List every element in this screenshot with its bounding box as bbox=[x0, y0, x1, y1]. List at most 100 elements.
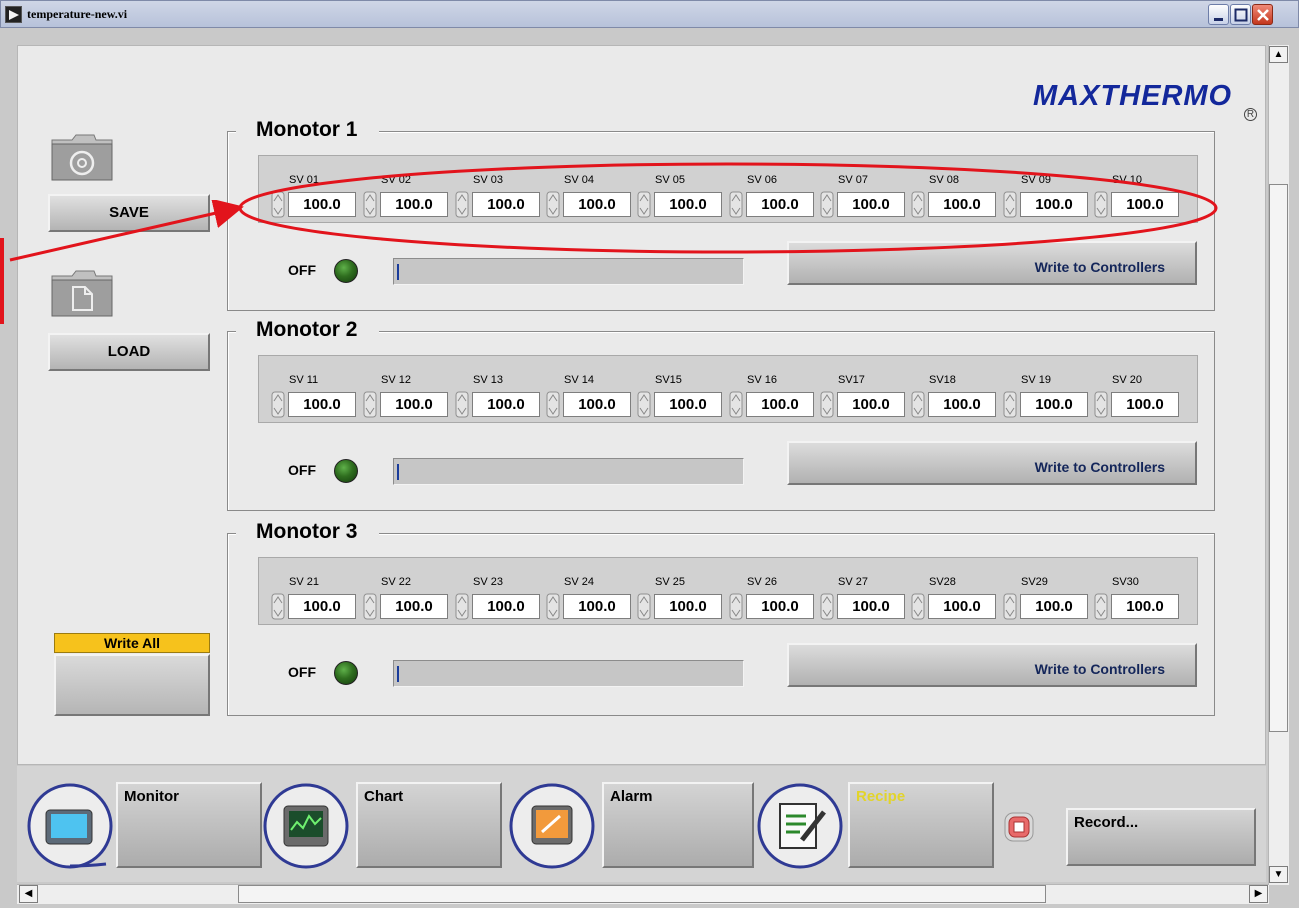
registered-mark: R bbox=[1244, 108, 1257, 121]
monitor-title: Monotor 1 bbox=[236, 117, 380, 143]
spinner-arrows-icon[interactable] bbox=[546, 391, 560, 418]
setpoint-label: SV 23 bbox=[473, 576, 503, 588]
setpoint-label: SV30 bbox=[1112, 576, 1139, 588]
record-icon[interactable] bbox=[1002, 810, 1036, 844]
spinner-arrows-icon[interactable] bbox=[363, 391, 377, 418]
setpoint-value-field[interactable]: 100.0 bbox=[288, 392, 356, 417]
setpoint-value-field[interactable]: 100.0 bbox=[837, 594, 905, 619]
spinner-arrows-icon[interactable] bbox=[1094, 593, 1108, 620]
scroll-up-arrow-icon[interactable]: ▲ bbox=[1269, 46, 1288, 63]
spinner-arrows-icon[interactable] bbox=[455, 391, 469, 418]
window-title: temperature-new.vi bbox=[27, 7, 128, 21]
setpoint-label: SV 25 bbox=[655, 576, 685, 588]
annotation-arrow bbox=[9, 200, 244, 262]
title-bar: temperature-new.vi bbox=[0, 0, 1299, 28]
setpoint-label: SV 16 bbox=[747, 374, 777, 386]
setpoint-value-field[interactable]: 100.0 bbox=[380, 392, 448, 417]
progress-bar bbox=[393, 258, 744, 285]
setpoint-value-field[interactable]: 100.0 bbox=[1111, 594, 1179, 619]
record-button[interactable]: Record... bbox=[1066, 808, 1256, 866]
setpoint-value-field[interactable]: 100.0 bbox=[1020, 392, 1088, 417]
spinner-arrows-icon[interactable] bbox=[729, 391, 743, 418]
spinner-arrows-icon[interactable] bbox=[820, 391, 834, 418]
setpoint-value-field[interactable]: 100.0 bbox=[928, 594, 996, 619]
write-to-controllers-button[interactable]: Write to Controllers bbox=[787, 643, 1197, 687]
status-led-indicator bbox=[334, 459, 358, 483]
setpoint-value-field[interactable]: 100.0 bbox=[1020, 594, 1088, 619]
horizontal-scroll-thumb[interactable] bbox=[238, 885, 1046, 903]
status-label: OFF bbox=[288, 664, 316, 680]
load-button[interactable]: LOAD bbox=[48, 333, 210, 371]
annotation-ellipse bbox=[238, 162, 1218, 254]
vertical-scroll-thumb[interactable] bbox=[1269, 184, 1288, 732]
close-button[interactable] bbox=[1252, 4, 1273, 25]
spinner-arrows-icon[interactable] bbox=[1003, 593, 1017, 620]
setpoint-label: SV 22 bbox=[381, 576, 411, 588]
annotation-bar bbox=[0, 238, 4, 324]
scroll-down-arrow-icon[interactable]: ▼ bbox=[1269, 866, 1288, 883]
setpoint-value-field[interactable]: 100.0 bbox=[380, 594, 448, 619]
setpoint-value-field[interactable]: 100.0 bbox=[746, 392, 814, 417]
spinner-arrows-icon[interactable] bbox=[820, 593, 834, 620]
setpoint-label: SV 19 bbox=[1021, 374, 1051, 386]
chart-icon[interactable] bbox=[262, 782, 352, 872]
spinner-arrows-icon[interactable] bbox=[1094, 391, 1108, 418]
spinner-arrows-icon[interactable] bbox=[1003, 391, 1017, 418]
scroll-left-arrow-icon[interactable]: ◀ bbox=[19, 885, 38, 903]
setpoint-value-field[interactable]: 100.0 bbox=[654, 594, 722, 619]
setpoint-label: SV 12 bbox=[381, 374, 411, 386]
spinner-arrows-icon[interactable] bbox=[271, 593, 285, 620]
setpoint-label: SV 21 bbox=[289, 576, 319, 588]
alarm-nav-button[interactable]: Alarm bbox=[602, 782, 754, 868]
setpoint-value-field[interactable]: 100.0 bbox=[928, 392, 996, 417]
setpoint-value-field[interactable]: 100.0 bbox=[472, 594, 540, 619]
progress-bar bbox=[393, 660, 744, 687]
write-all-label: Write All bbox=[54, 633, 210, 653]
monitor-title: Monotor 3 bbox=[236, 519, 380, 545]
setpoint-value-field[interactable]: 100.0 bbox=[746, 594, 814, 619]
spinner-arrows-icon[interactable] bbox=[637, 391, 651, 418]
setpoint-value-field[interactable]: 100.0 bbox=[288, 594, 356, 619]
setpoint-value-field[interactable]: 100.0 bbox=[563, 392, 631, 417]
alarm-icon[interactable] bbox=[508, 782, 598, 872]
setpoint-value-field[interactable]: 100.0 bbox=[1111, 392, 1179, 417]
setpoint-label: SV 13 bbox=[473, 374, 503, 386]
setpoint-label: SV 27 bbox=[838, 576, 868, 588]
status-label: OFF bbox=[288, 262, 316, 278]
minimize-button[interactable] bbox=[1208, 4, 1229, 25]
setpoint-value-field[interactable]: 100.0 bbox=[654, 392, 722, 417]
progress-fill bbox=[397, 464, 399, 480]
maximize-button[interactable] bbox=[1230, 4, 1251, 25]
monitor-nav-button[interactable]: Monitor bbox=[116, 782, 262, 868]
spinner-arrows-icon[interactable] bbox=[546, 593, 560, 620]
spinner-arrows-icon[interactable] bbox=[911, 391, 925, 418]
write-all-button[interactable] bbox=[54, 654, 210, 716]
load-folder-icon bbox=[50, 268, 114, 318]
setpoint-value-field[interactable]: 100.0 bbox=[563, 594, 631, 619]
spinner-arrows-icon[interactable] bbox=[363, 593, 377, 620]
setpoint-label: SV18 bbox=[929, 374, 956, 386]
setpoint-value-field[interactable]: 100.0 bbox=[472, 392, 540, 417]
recipe-nav-button[interactable]: Recipe bbox=[848, 782, 994, 868]
spinner-arrows-icon[interactable] bbox=[911, 593, 925, 620]
setpoint-label: SV29 bbox=[1021, 576, 1048, 588]
spinner-arrows-icon[interactable] bbox=[271, 391, 285, 418]
spinner-arrows-icon[interactable] bbox=[637, 593, 651, 620]
status-led-indicator bbox=[334, 661, 358, 685]
setpoint-label: SV 14 bbox=[564, 374, 594, 386]
setpoint-label: SV28 bbox=[929, 576, 956, 588]
status-led-indicator bbox=[334, 259, 358, 283]
write-to-controllers-button[interactable]: Write to Controllers bbox=[787, 441, 1197, 485]
setpoint-label: SV15 bbox=[655, 374, 682, 386]
setpoint-label: SV 20 bbox=[1112, 374, 1142, 386]
save-folder-icon bbox=[50, 132, 114, 182]
setpoint-value-field[interactable]: 100.0 bbox=[837, 392, 905, 417]
scroll-right-arrow-icon[interactable]: ▶ bbox=[1249, 885, 1268, 903]
recipe-icon[interactable] bbox=[756, 782, 846, 872]
spinner-arrows-icon[interactable] bbox=[455, 593, 469, 620]
progress-fill bbox=[397, 264, 399, 280]
setpoint-label: SV 26 bbox=[747, 576, 777, 588]
chart-nav-button[interactable]: Chart bbox=[356, 782, 502, 868]
monitor-icon[interactable] bbox=[26, 782, 116, 872]
spinner-arrows-icon[interactable] bbox=[729, 593, 743, 620]
